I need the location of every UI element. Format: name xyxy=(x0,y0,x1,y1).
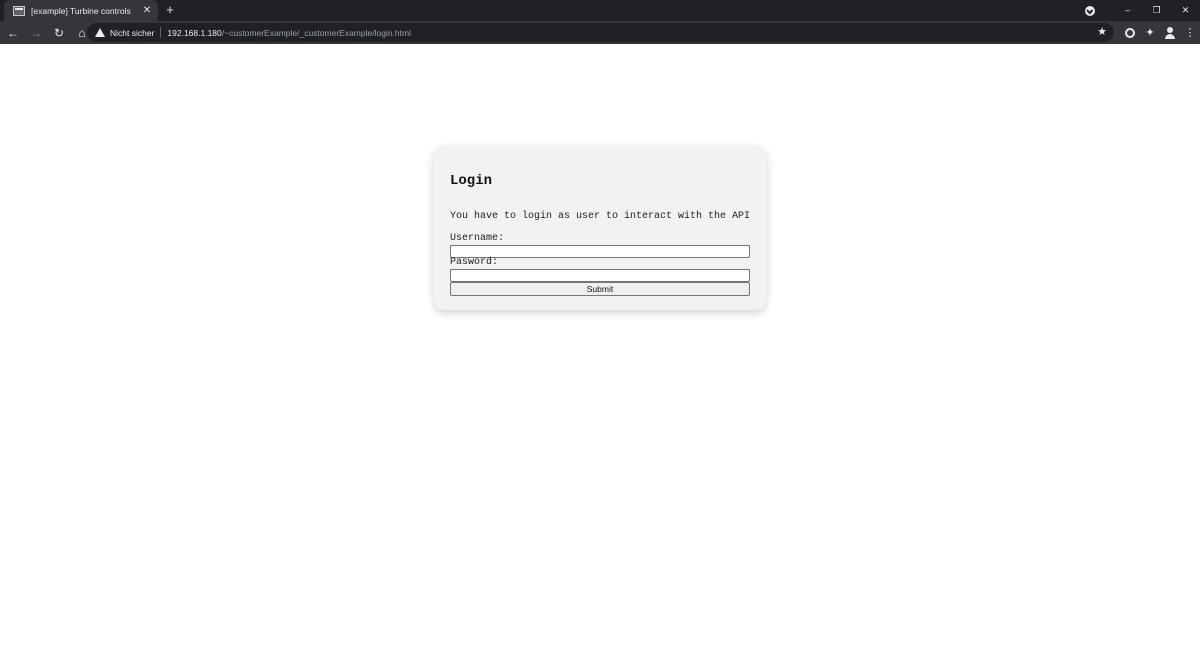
reload-button[interactable]: ↻ xyxy=(49,23,69,43)
minimize-button[interactable]: – xyxy=(1113,0,1142,21)
submit-button[interactable]: Submit xyxy=(450,282,750,296)
extensions-area: ✦ ⋮ xyxy=(1120,21,1200,44)
puzzle-icon[interactable]: ✦ xyxy=(1140,23,1160,43)
password-input[interactable] xyxy=(450,269,750,282)
security-label[interactable]: Nicht sicher xyxy=(110,28,154,38)
browser-tab-strip: [example] Turbine controls ✕ + – ❐ ✕ xyxy=(0,0,1200,21)
login-title: Login xyxy=(450,173,493,189)
address-bar[interactable]: Nicht sicher 192.168.1.180 /~customerExa… xyxy=(87,23,1114,42)
url-path: /~customerExample/_customerExample/login… xyxy=(221,27,411,38)
profile-avatar-icon[interactable] xyxy=(1160,23,1180,43)
menu-kebab-icon[interactable]: ⋮ xyxy=(1180,23,1200,43)
restore-button[interactable]: ❐ xyxy=(1142,0,1171,21)
close-window-button[interactable]: ✕ xyxy=(1171,0,1200,21)
new-tab-button[interactable]: + xyxy=(162,2,178,18)
favicon-icon xyxy=(13,5,25,16)
omnibox-divider xyxy=(160,27,162,38)
password-label: Pasword: xyxy=(450,257,499,268)
login-description: You have to login as user to interact wi… xyxy=(450,211,751,222)
back-button[interactable]: ← xyxy=(3,23,23,43)
warning-icon[interactable] xyxy=(95,28,105,37)
page-content: Login You have to login as user to inter… xyxy=(0,44,1200,650)
window-controls: – ❐ ✕ xyxy=(1085,0,1200,21)
browser-toolbar: ← → ↻ ⌂ Nicht sicher 192.168.1.180 /~cus… xyxy=(0,21,1200,44)
username-label: Username: xyxy=(450,233,505,244)
tab-close-icon[interactable]: ✕ xyxy=(141,5,153,16)
url-host: 192.168.1.180 xyxy=(167,27,222,38)
login-card: Login You have to login as user to inter… xyxy=(434,146,766,310)
tab-title: [example] Turbine controls xyxy=(31,5,131,16)
bookmark-star-icon[interactable]: ★ xyxy=(1097,25,1107,40)
forward-button[interactable]: → xyxy=(26,23,46,43)
browser-tab-active[interactable]: [example] Turbine controls ✕ xyxy=(4,0,158,21)
extension-icon[interactable] xyxy=(1125,27,1135,38)
download-indicator-icon[interactable] xyxy=(1085,5,1095,16)
